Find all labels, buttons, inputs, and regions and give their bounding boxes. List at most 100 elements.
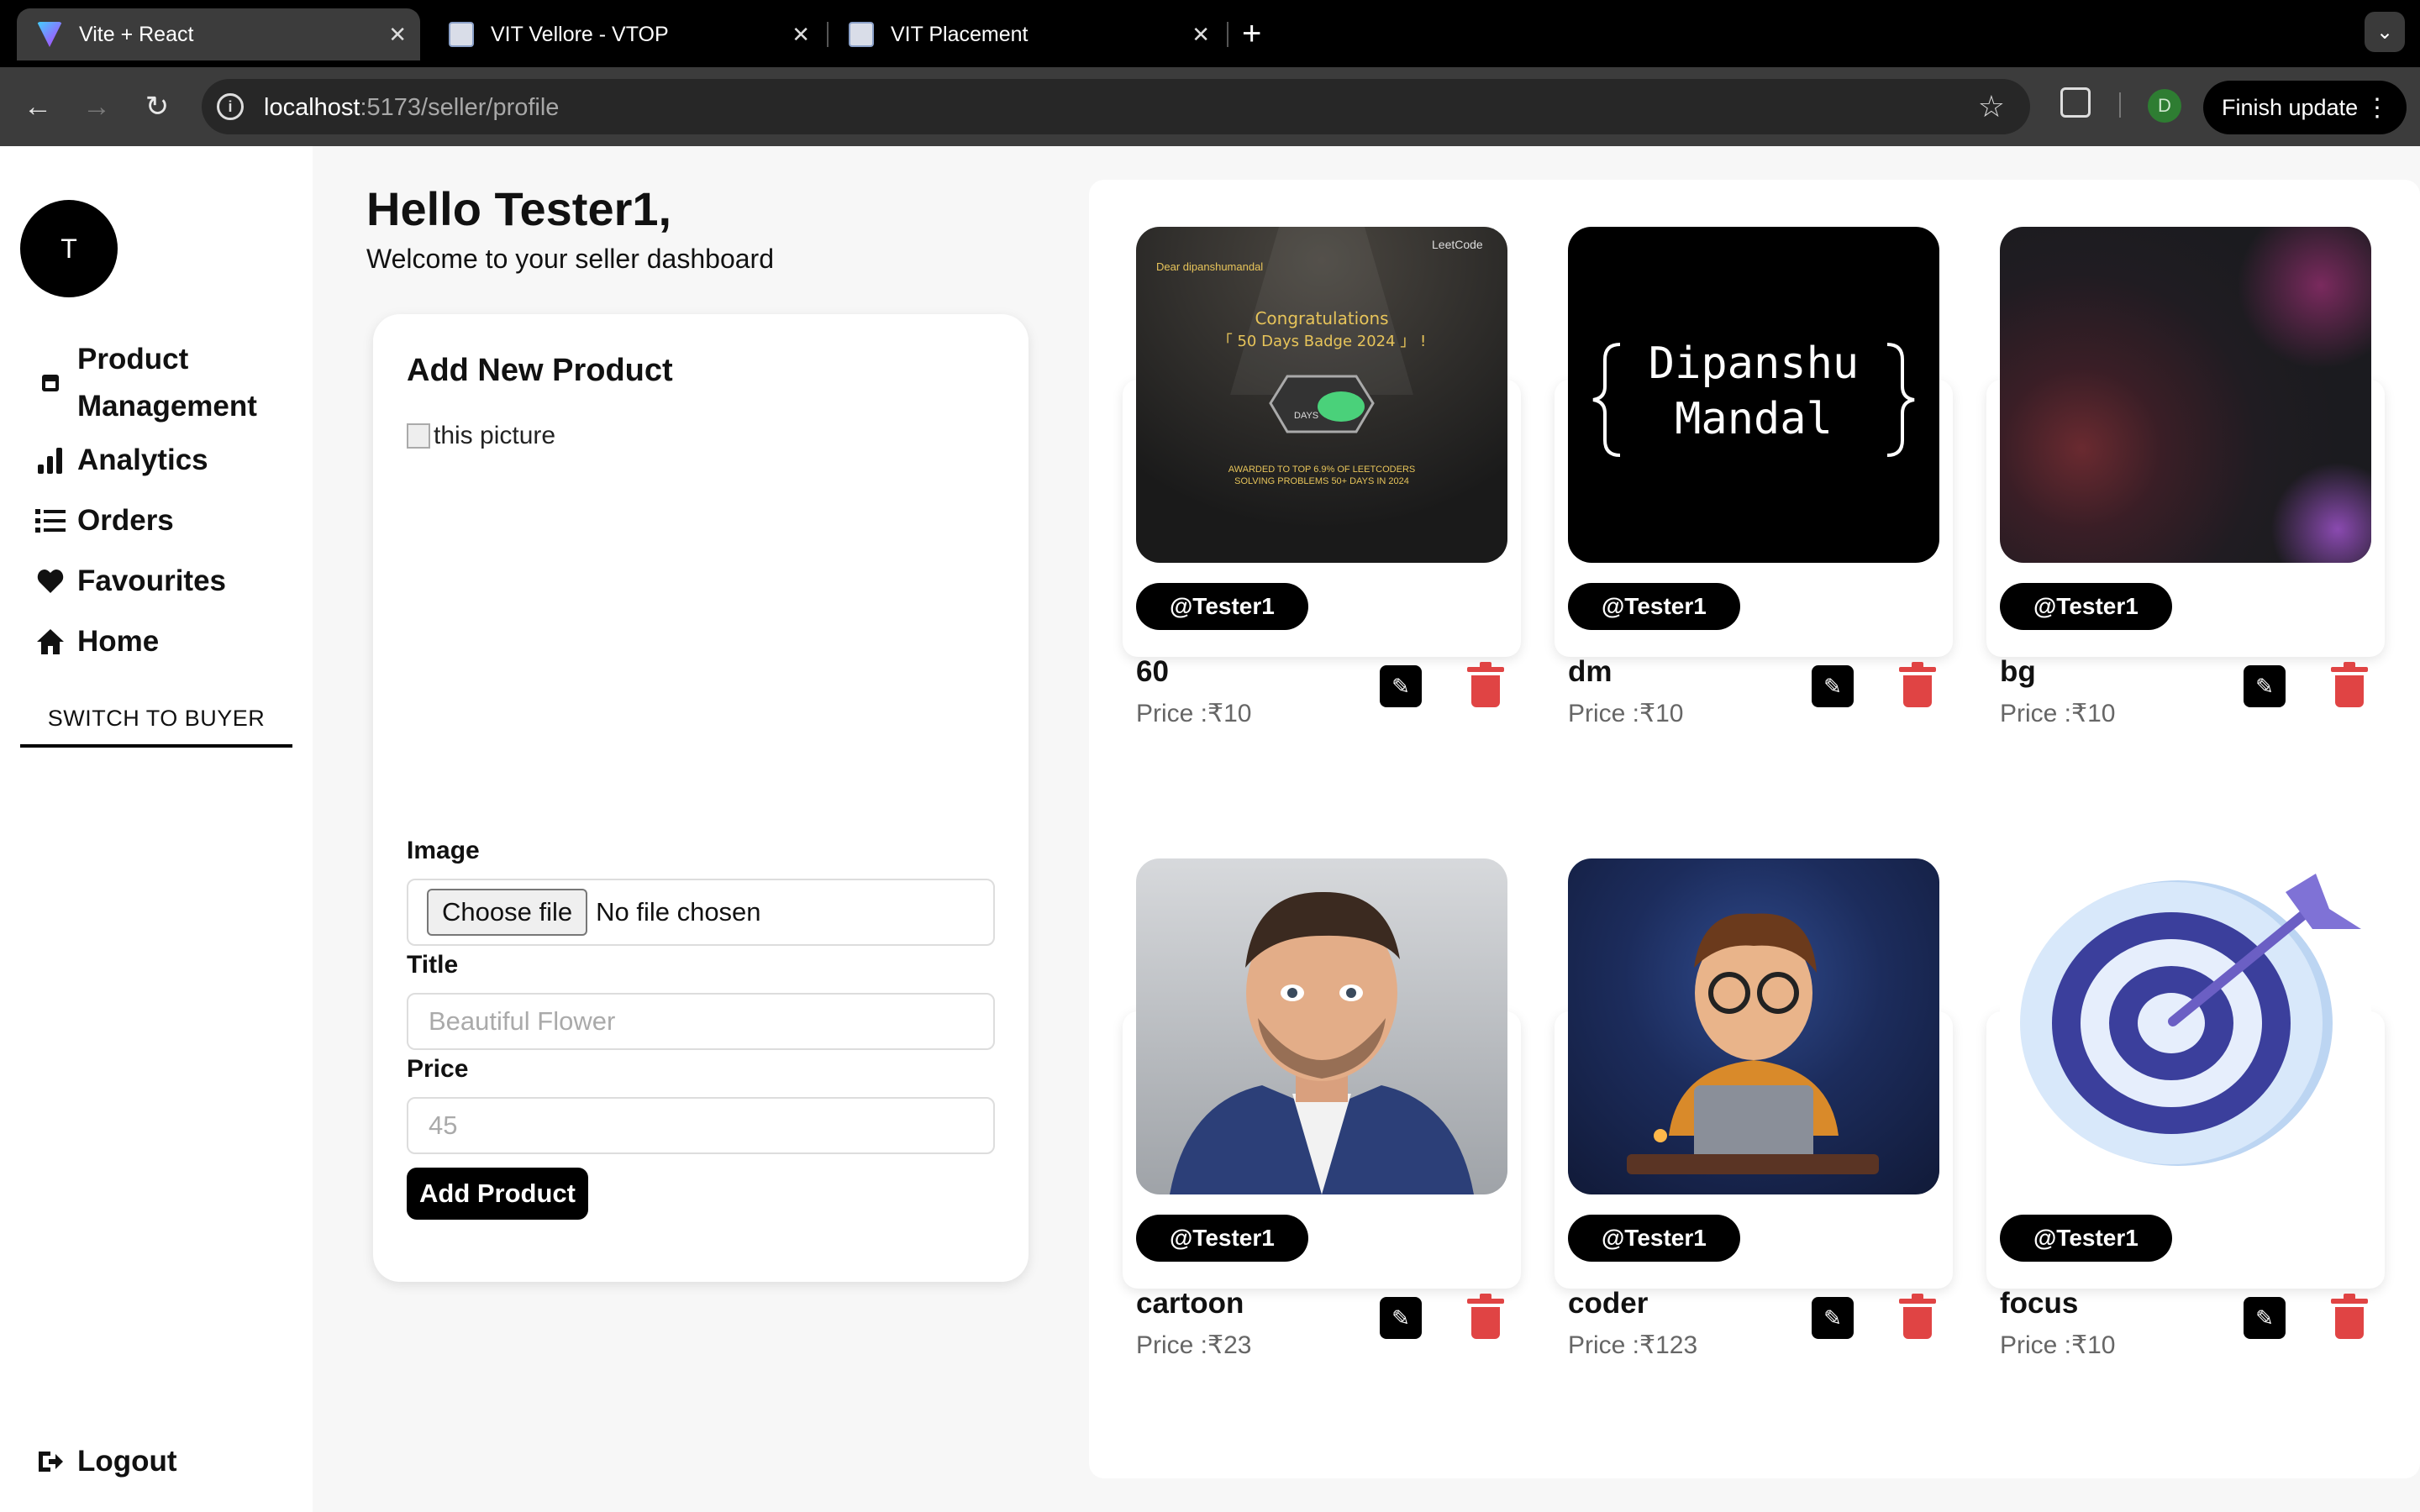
reload-button[interactable]: ↻ [136,86,178,128]
sidebar-item-analytics[interactable]: Analytics [34,444,208,477]
pencil-icon: ✎ [2255,673,2274,699]
edit-button[interactable]: ✎ [2244,1297,2286,1339]
product-price: Price :₹10 [1568,700,1684,727]
tab-vit-placement[interactable]: VIT Placement ✕ [829,8,1223,60]
owner-badge: @Tester1 [1136,1215,1308,1262]
product-price: Price :₹23 [1136,1331,1252,1359]
trash-icon [2331,1294,2368,1339]
product-name: cartoon [1136,1287,1244,1320]
delete-button[interactable] [1467,1294,1504,1339]
choose-file-button[interactable]: Choose file [427,889,588,936]
back-button[interactable]: ← [17,86,59,128]
pencil-icon: ✎ [1392,673,1410,699]
product-name: focus [2000,1287,2079,1320]
edit-button[interactable]: ✎ [1380,1297,1422,1339]
home-icon [34,628,67,655]
vit-icon [449,22,474,47]
add-product-title: Add New Product [407,353,673,388]
delete-button[interactable] [1899,662,1936,707]
delete-button[interactable] [1467,662,1504,707]
product-card: @Tester1 bg Price :₹10 ✎ [1986,227,2385,773]
tab-title: VIT Placement [891,22,1028,46]
close-icon[interactable]: ✕ [388,22,407,48]
delete-button[interactable] [2331,662,2368,707]
extensions-icon[interactable] [2060,87,2091,118]
analytics-icon [34,446,67,475]
edit-button[interactable]: ✎ [1380,665,1422,707]
delete-button[interactable] [2331,1294,2368,1339]
arrow-right-icon: → [82,90,111,123]
sidebar-item-product-management[interactable]: Product Management [34,336,257,430]
site-info-icon[interactable]: i [217,93,244,120]
product-price: Price :₹10 [1136,700,1252,727]
new-tab-button[interactable]: + [1242,13,1261,54]
product-name: coder [1568,1287,1649,1320]
forward-button[interactable]: → [76,86,118,128]
close-icon[interactable]: ✕ [1192,22,1210,48]
profile-avatar[interactable]: D [2148,89,2181,123]
switch-to-buyer-button[interactable]: SWITCH TO BUYER [20,692,292,748]
tab-search-button[interactable]: ⌄ [2365,12,2405,52]
product-card: @Tester1 cartoon Price :₹23 ✎ [1123,858,1521,1404]
sidebar-item-label: Product [77,343,189,375]
products-panel: Dear dipanshumandal LeetCode Congratulat… [1089,180,2420,1478]
coder-character-image[interactable] [1568,858,1939,1194]
orders-icon [34,508,67,533]
user-avatar[interactable]: T [20,200,118,297]
sidebar-item-label: Favourites [77,564,226,597]
price-placeholder: 45 [429,1110,458,1140]
tab-vite-react[interactable]: Vite + React ✕ [17,8,420,60]
browser-toolbar: ← → ↻ i localhost:5173/seller/profile ☆ [0,67,2420,146]
svg-text:LeetCode: LeetCode [1432,238,1483,251]
image-file-input[interactable]: Choose file No file chosen [407,879,995,946]
product-card: @Tester1 coder Price :₹123 ✎ [1555,858,1953,1404]
svg-text:Dipanshu: Dipanshu [1649,339,1859,389]
arrow-left-icon: ← [24,90,52,123]
sidebar-item-favourites[interactable]: Favourites [34,564,226,598]
product-management-icon [34,374,67,392]
tab-title: VIT Vellore - VTOP [491,22,669,46]
owner-badge: @Tester1 [2000,583,2172,630]
title-input[interactable]: Beautiful Flower [407,993,995,1050]
edit-button[interactable]: ✎ [2244,665,2286,707]
logout-label: Logout [77,1445,177,1478]
svg-text:SOLVING PROBLEMS 50+ DAYS IN 2: SOLVING PROBLEMS 50+ DAYS IN 2024 [1234,476,1409,486]
pencil-icon: ✎ [2255,1305,2274,1331]
more-vert-icon: ⋮ [2365,93,2390,122]
edit-button[interactable]: ✎ [1812,665,1854,707]
product-name: dm [1568,655,1612,688]
tab-title: Vite + React [79,22,194,46]
add-product-button[interactable]: Add Product [407,1168,588,1220]
title-placeholder: Beautiful Flower [429,1006,616,1036]
address-bar[interactable]: i localhost:5173/seller/profile ☆ [202,79,2030,134]
bookmark-star-icon[interactable]: ☆ [1978,89,2005,124]
finish-update-button[interactable]: Finish update ⋮ [2203,81,2407,134]
trash-icon [1467,1294,1504,1339]
tab-vit-vtop[interactable]: VIT Vellore - VTOP ✕ [429,8,823,60]
close-icon[interactable]: ✕ [792,22,810,48]
edit-button[interactable]: ✎ [1812,1297,1854,1339]
owner-badge: @Tester1 [1136,583,1308,630]
svg-text:「 50 Days Badge 2024 」 !: 「 50 Days Badge 2024 」 ! [1218,333,1426,350]
sidebar-item-label: Orders [77,504,174,537]
trash-icon [2331,662,2368,707]
logout-button[interactable]: Logout [34,1445,177,1478]
heart-icon [34,569,67,594]
product-name: 60 [1136,655,1169,688]
logout-icon [34,1449,67,1474]
delete-button[interactable] [1899,1294,1936,1339]
pencil-icon: ✎ [1392,1305,1410,1331]
leetcode-badge-image[interactable]: Dear dipanshumandal LeetCode Congratulat… [1136,227,1507,563]
sidebar-item-orders[interactable]: Orders [34,504,174,538]
price-input[interactable]: 45 [407,1097,995,1154]
cartoon-man-image[interactable] [1136,858,1507,1194]
trash-icon [1899,662,1936,707]
title-label: Title [407,951,459,979]
target-dart-image[interactable] [2000,858,2371,1194]
file-status: No file chosen [596,897,761,927]
sidebar-item-home[interactable]: Home [34,625,159,659]
gradient-background-image[interactable] [2000,227,2371,563]
image-preview-alt: this picture [434,422,556,449]
name-logo-image[interactable]: Dipanshu Mandal [1568,227,1939,563]
owner-badge: @Tester1 [1568,583,1740,630]
